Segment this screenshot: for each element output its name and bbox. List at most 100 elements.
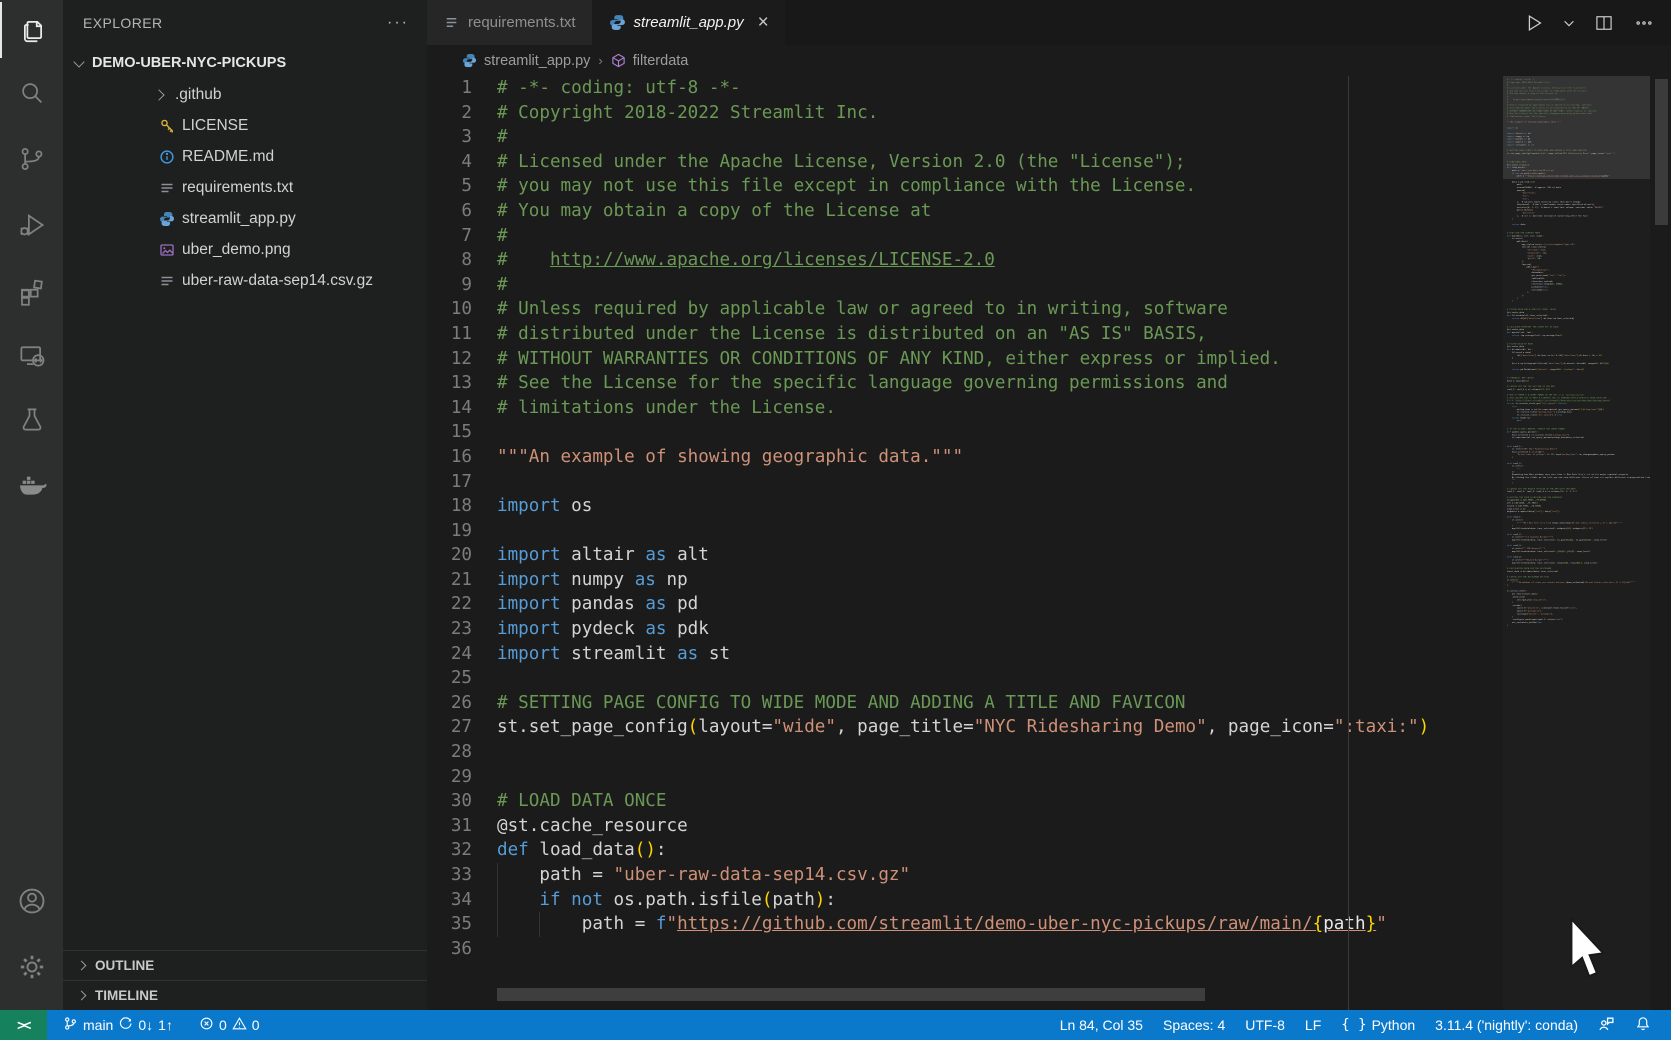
sync-outgoing: 1↑ (158, 1017, 173, 1033)
eol-status[interactable]: LF (1295, 1010, 1331, 1040)
code-line: 15 (427, 420, 1671, 445)
remote-indicator[interactable]: >< (0, 1010, 47, 1040)
line-number: 1 (427, 76, 472, 101)
explorer-actions-button[interactable]: ··· (387, 14, 409, 32)
code-lines: 1# -*- coding: utf-8 -*-2# Copyright 201… (427, 76, 1671, 961)
file-label: streamlit_app.py (182, 210, 296, 228)
outline-label: OUTLINE (95, 958, 154, 973)
file-item-uber-raw-data-sep14-csv-gz[interactable]: uber-raw-data-sep14.csv.gz (63, 265, 427, 296)
sidebar-title: EXPLORER (63, 0, 427, 45)
tab-label: requirements.txt (468, 14, 576, 31)
branch-name: main (83, 1017, 113, 1033)
python-interpreter-status[interactable]: 3.11.4 ('nightly': conda) (1425, 1010, 1588, 1040)
more-actions-button[interactable] (1631, 10, 1657, 36)
python-file-icon (462, 53, 478, 69)
run-button[interactable] (1521, 10, 1547, 36)
code-line: 22import pandas as pd (427, 592, 1671, 617)
line-number: 19 (427, 519, 472, 544)
line-number: 8 (427, 248, 472, 273)
minimap-slider[interactable] (1503, 76, 1650, 179)
file-label: LICENSE (182, 117, 248, 135)
breadcrumb-file[interactable]: streamlit_app.py (484, 53, 590, 69)
file-item--github[interactable]: .github (63, 79, 427, 110)
line-number: 20 (427, 543, 472, 568)
file-label: requirements.txt (182, 179, 293, 197)
code-line: 33 path = "uber-raw-data-sep14.csv.gz" (427, 863, 1671, 888)
search-icon[interactable] (0, 65, 63, 121)
git-branch-icon (63, 1016, 78, 1034)
sidebar-panel-timeline[interactable]: TIMELINE (63, 980, 427, 1010)
tab-requirements-txt[interactable]: requirements.txt (427, 0, 593, 45)
code-line: 26# SETTING PAGE CONFIG TO WIDE MODE AND… (427, 691, 1671, 716)
line-number: 12 (427, 347, 472, 372)
source-control-icon[interactable] (0, 131, 63, 187)
python-file-icon (609, 14, 626, 31)
line-number: 9 (427, 273, 472, 298)
code-line: 34 if not os.path.isfile(path): (427, 888, 1671, 913)
split-editor-button[interactable] (1591, 10, 1617, 36)
code-line: 25 (427, 666, 1671, 691)
cursor-position-status[interactable]: Ln 84, Col 35 (1050, 1010, 1153, 1040)
line-number: 17 (427, 470, 472, 495)
activity-bar (0, 0, 63, 1010)
code-editor[interactable]: 1# -*- coding: utf-8 -*-2# Copyright 201… (427, 76, 1671, 1010)
file-label: README.md (182, 148, 274, 166)
vertical-scrollbar[interactable] (1655, 79, 1668, 225)
file-item-license[interactable]: LICENSE (63, 110, 427, 141)
encoding-status[interactable]: UTF-8 (1235, 1010, 1295, 1040)
line-number: 21 (427, 568, 472, 593)
text-icon (158, 179, 175, 196)
extensions-icon[interactable] (0, 263, 63, 319)
line-number: 10 (427, 297, 472, 322)
breadcrumb-separator: › (598, 53, 602, 68)
code-line: 8# http://www.apache.org/licenses/LICENS… (427, 248, 1671, 273)
code-line: 16"""An example of showing geographic da… (427, 445, 1671, 470)
folder-root[interactable]: DEMO-UBER-NYC-PICKUPS (63, 48, 427, 78)
line-number: 35 (427, 912, 472, 937)
git-branch-status[interactable]: main 0↓ 1↑ (55, 1010, 181, 1040)
column-ruler (1348, 76, 1349, 1010)
code-line: 4# Licensed under the Apache License, Ve… (427, 150, 1671, 175)
run-dropdown-chevron-icon[interactable] (1561, 10, 1577, 36)
image-icon (158, 241, 175, 258)
run-and-debug-icon[interactable] (0, 197, 63, 253)
tab-streamlit-app-py[interactable]: streamlit_app.py × (593, 0, 785, 45)
error-count: 0 (219, 1017, 227, 1033)
code-line: 10# Unless required by applicable law or… (427, 297, 1671, 322)
line-number: 7 (427, 224, 472, 249)
breadcrumb-symbol[interactable]: filterdata (633, 53, 689, 69)
line-number: 11 (427, 322, 472, 347)
line-number: 28 (427, 740, 472, 765)
line-number: 23 (427, 617, 472, 642)
accounts-icon[interactable] (0, 873, 63, 929)
breadcrumb: streamlit_app.py › filterdata (427, 45, 1671, 76)
testing-icon[interactable] (0, 392, 63, 448)
file-item-readme-md[interactable]: README.md (63, 141, 427, 172)
feedback-status[interactable] (1588, 1010, 1625, 1040)
file-label: .github (175, 86, 222, 104)
horizontal-scrollbar[interactable] (497, 988, 1205, 1001)
remote-explorer-icon[interactable] (0, 328, 63, 384)
file-item-uber-demo-png[interactable]: uber_demo.png (63, 234, 427, 265)
docker-icon[interactable] (0, 456, 63, 512)
code-line: 21import numpy as np (427, 568, 1671, 593)
settings-gear-icon[interactable] (0, 939, 63, 995)
line-number: 34 (427, 888, 472, 913)
file-item-requirements-txt[interactable]: requirements.txt (63, 172, 427, 203)
close-icon[interactable]: × (758, 13, 769, 32)
code-line: 36 (427, 937, 1671, 962)
file-item-streamlit-app-py[interactable]: streamlit_app.py (63, 203, 427, 234)
explorer-icon[interactable] (0, 2, 63, 58)
line-number: 4 (427, 150, 472, 175)
code-line: 27st.set_page_config(layout="wide", page… (427, 715, 1671, 740)
sync-icon (118, 1016, 133, 1034)
indentation-status[interactable]: Spaces: 4 (1153, 1010, 1235, 1040)
language-mode-status[interactable]: { } Python (1331, 1010, 1425, 1040)
minimap[interactable]: # -*- coding: utf-8 -*-# Copyright 2018-… (1503, 76, 1650, 1010)
line-number: 24 (427, 642, 472, 667)
sidebar-panel-outline[interactable]: OUTLINE (63, 950, 427, 980)
notifications-status[interactable] (1625, 1010, 1661, 1040)
warning-count: 0 (252, 1017, 260, 1033)
text-icon (158, 272, 175, 289)
problems-status[interactable]: 0 0 (191, 1010, 268, 1040)
